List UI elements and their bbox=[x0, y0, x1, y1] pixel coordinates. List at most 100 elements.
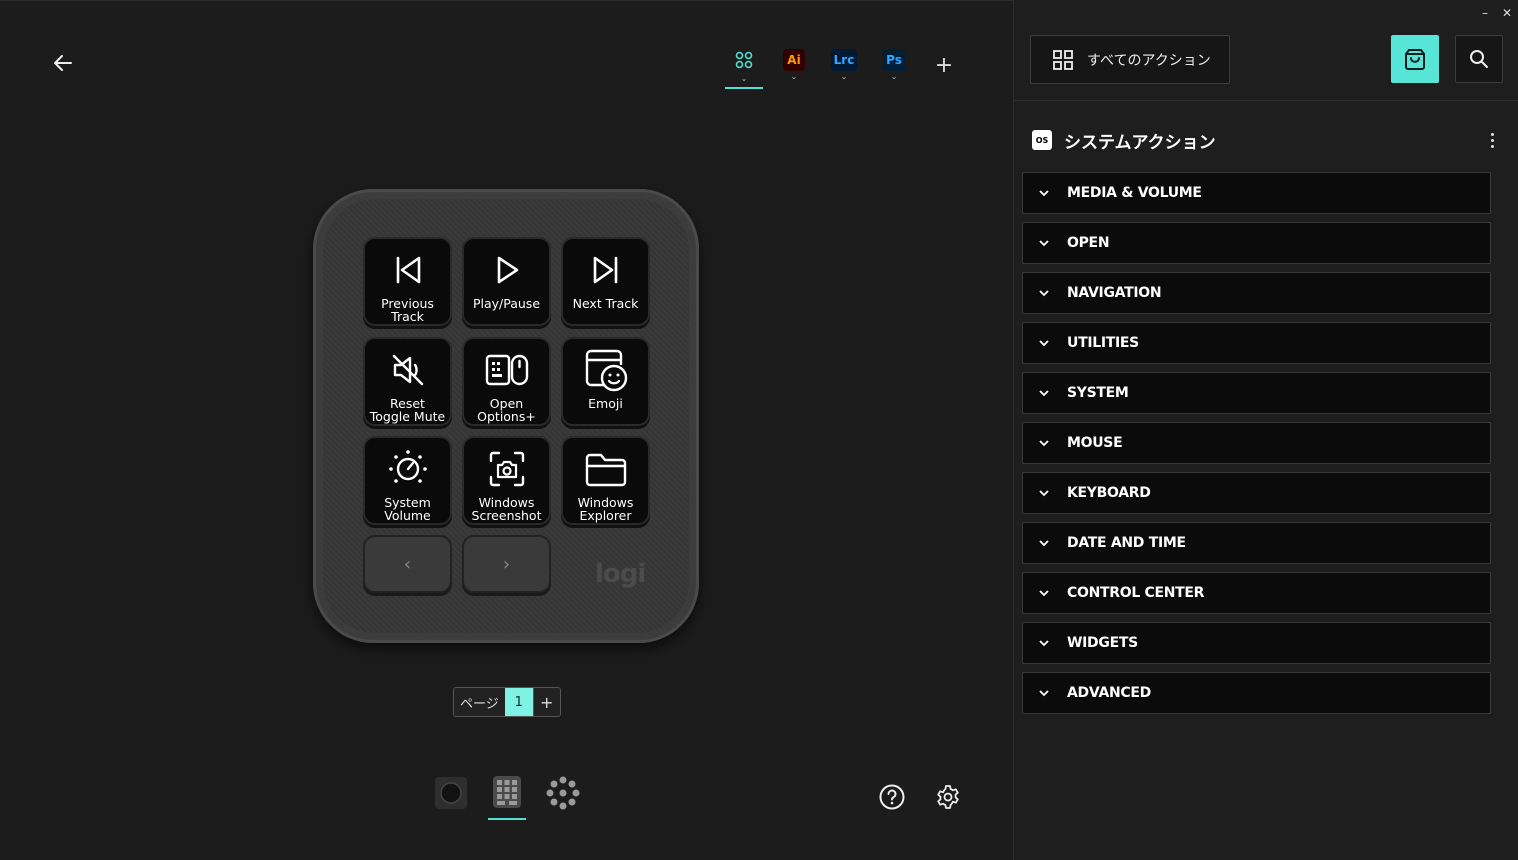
chevron-down-icon: ⌄ bbox=[890, 72, 898, 81]
options-icon bbox=[485, 343, 529, 397]
previous-track-icon bbox=[390, 243, 426, 297]
back-button[interactable] bbox=[46, 47, 80, 79]
category-label: OPEN bbox=[1067, 235, 1110, 251]
arrow-left-icon bbox=[54, 55, 72, 71]
chevron-down-icon bbox=[1037, 589, 1051, 597]
device-tabs bbox=[432, 776, 582, 820]
category-label: UTILITIES bbox=[1067, 335, 1139, 351]
key-label: Windows Screenshot bbox=[471, 495, 542, 523]
mute-icon bbox=[389, 343, 427, 397]
chevron-down-icon bbox=[1037, 189, 1051, 197]
key-system-volume[interactable]: System Volume bbox=[363, 436, 452, 525]
add-page-button[interactable]: + bbox=[532, 688, 560, 716]
settings-button[interactable] bbox=[932, 781, 964, 813]
category-label: CONTROL CENTER bbox=[1067, 585, 1205, 601]
volume-dial-icon bbox=[387, 442, 429, 496]
help-button[interactable] bbox=[876, 781, 908, 813]
search-icon bbox=[1470, 50, 1488, 68]
system-actions-header: OS システムアクション bbox=[1032, 126, 1502, 154]
key-label: System Volume bbox=[384, 495, 431, 523]
device-tab-keypad[interactable] bbox=[488, 776, 526, 820]
keypad-device-icon bbox=[493, 776, 521, 808]
category-utilities[interactable]: UTILITIES bbox=[1022, 322, 1491, 364]
device-tab-dialpad[interactable] bbox=[432, 776, 470, 820]
logi-logo: logi bbox=[595, 559, 646, 589]
category-label: NAVIGATION bbox=[1067, 285, 1162, 301]
profile-tab-ai[interactable]: Ai ⌄ bbox=[774, 41, 814, 89]
action-category-list: MEDIA & VOLUME OPEN NAVIGATION UTILITIES… bbox=[1022, 172, 1491, 722]
key-label: Windows Explorer bbox=[577, 495, 634, 523]
window-controls: – ✕ bbox=[1482, 6, 1512, 20]
next-track-icon bbox=[588, 243, 624, 297]
photoshop-icon: Ps bbox=[883, 49, 905, 71]
app-window: ⌄ Ai ⌄ Lrc ⌄ Ps ⌄ + Previous Track Play/… bbox=[0, 0, 1518, 860]
key-next-track[interactable]: Next Track bbox=[561, 237, 650, 326]
panel-divider bbox=[1014, 100, 1518, 101]
key-label: Open Options+ bbox=[477, 396, 536, 424]
chevron-down-icon bbox=[1037, 439, 1051, 447]
os-icon: OS bbox=[1032, 130, 1052, 150]
all-actions-label: すべてのアクション bbox=[1087, 52, 1211, 69]
key-label: Previous Track bbox=[381, 296, 434, 324]
keypad-surface: Previous Track Play/Pause Next Track Res… bbox=[323, 199, 689, 633]
chevron-down-icon: ⌄ bbox=[790, 72, 798, 81]
category-advanced[interactable]: ADVANCED bbox=[1022, 672, 1491, 714]
add-profile-button[interactable]: + bbox=[932, 41, 956, 89]
chevron-down-icon bbox=[1037, 339, 1051, 347]
category-control-center[interactable]: CONTROL CENTER bbox=[1022, 572, 1491, 614]
previous-page-key[interactable]: ‹ bbox=[363, 535, 452, 593]
category-label: MOUSE bbox=[1067, 435, 1123, 451]
emoji-icon bbox=[583, 343, 629, 397]
chevron-down-icon bbox=[1037, 539, 1051, 547]
search-button[interactable] bbox=[1455, 35, 1503, 83]
category-system[interactable]: SYSTEM bbox=[1022, 372, 1491, 414]
chevron-down-icon: ⌄ bbox=[740, 74, 748, 83]
key-reset-toggle-mute[interactable]: Reset Toggle Mute bbox=[363, 337, 452, 426]
category-label: MEDIA & VOLUME bbox=[1067, 185, 1202, 201]
key-windows-screenshot[interactable]: Windows Screenshot bbox=[462, 436, 551, 525]
category-label: ADVANCED bbox=[1067, 685, 1151, 701]
key-play-pause[interactable]: Play/Pause bbox=[462, 237, 551, 326]
help-icon bbox=[879, 784, 905, 810]
key-label: Play/Pause bbox=[472, 296, 541, 311]
category-media-volume[interactable]: MEDIA & VOLUME bbox=[1022, 172, 1491, 214]
dialpad-device-icon bbox=[435, 777, 467, 809]
all-actions-button[interactable]: すべてのアクション bbox=[1030, 35, 1230, 84]
profile-tab-lrc[interactable]: Lrc ⌄ bbox=[824, 41, 864, 89]
mx-creative-keypad: Previous Track Play/Pause Next Track Res… bbox=[313, 189, 699, 643]
illustrator-icon: Ai bbox=[783, 49, 805, 71]
profile-tab-all[interactable]: ⌄ bbox=[724, 41, 764, 89]
category-open[interactable]: OPEN bbox=[1022, 222, 1491, 264]
category-widgets[interactable]: WIDGETS bbox=[1022, 622, 1491, 664]
key-emoji[interactable]: Emoji bbox=[561, 337, 650, 426]
profile-tabs: ⌄ Ai ⌄ Lrc ⌄ Ps ⌄ + bbox=[724, 41, 956, 89]
category-date-and-time[interactable]: DATE AND TIME bbox=[1022, 522, 1491, 564]
more-options-button[interactable] bbox=[1482, 126, 1502, 154]
key-windows-explorer[interactable]: Windows Explorer bbox=[561, 436, 650, 525]
minimize-button[interactable]: – bbox=[1482, 6, 1488, 20]
chevron-down-icon: ⌄ bbox=[840, 72, 848, 81]
chevron-down-icon bbox=[1037, 489, 1051, 497]
category-label: DATE AND TIME bbox=[1067, 535, 1186, 551]
close-button[interactable]: ✕ bbox=[1502, 6, 1512, 20]
marketplace-button[interactable] bbox=[1391, 35, 1439, 83]
key-label: Reset Toggle Mute bbox=[369, 396, 446, 424]
device-tab-actions-ring[interactable] bbox=[544, 776, 582, 820]
chevron-down-icon bbox=[1037, 289, 1051, 297]
key-previous-track[interactable]: Previous Track bbox=[363, 237, 452, 326]
page-1-button[interactable]: 1 bbox=[504, 688, 533, 716]
lightroom-icon: Lrc bbox=[831, 49, 857, 71]
category-keyboard[interactable]: KEYBOARD bbox=[1022, 472, 1491, 514]
play-icon bbox=[489, 243, 525, 297]
chevron-down-icon bbox=[1037, 689, 1051, 697]
key-open-options-plus[interactable]: Open Options+ bbox=[462, 337, 551, 426]
category-mouse[interactable]: MOUSE bbox=[1022, 422, 1491, 464]
next-page-key[interactable]: › bbox=[462, 535, 551, 593]
chevron-down-icon bbox=[1037, 639, 1051, 647]
page-selector: ページ 1 + bbox=[453, 687, 561, 717]
category-label: SYSTEM bbox=[1067, 385, 1129, 401]
profile-tab-ps[interactable]: Ps ⌄ bbox=[874, 41, 914, 89]
key-label: Next Track bbox=[572, 296, 639, 311]
category-navigation[interactable]: NAVIGATION bbox=[1022, 272, 1491, 314]
actions-panel: – ✕ すべてのアクション OS システムアクション MEDIA & VOLUM… bbox=[1013, 0, 1518, 860]
